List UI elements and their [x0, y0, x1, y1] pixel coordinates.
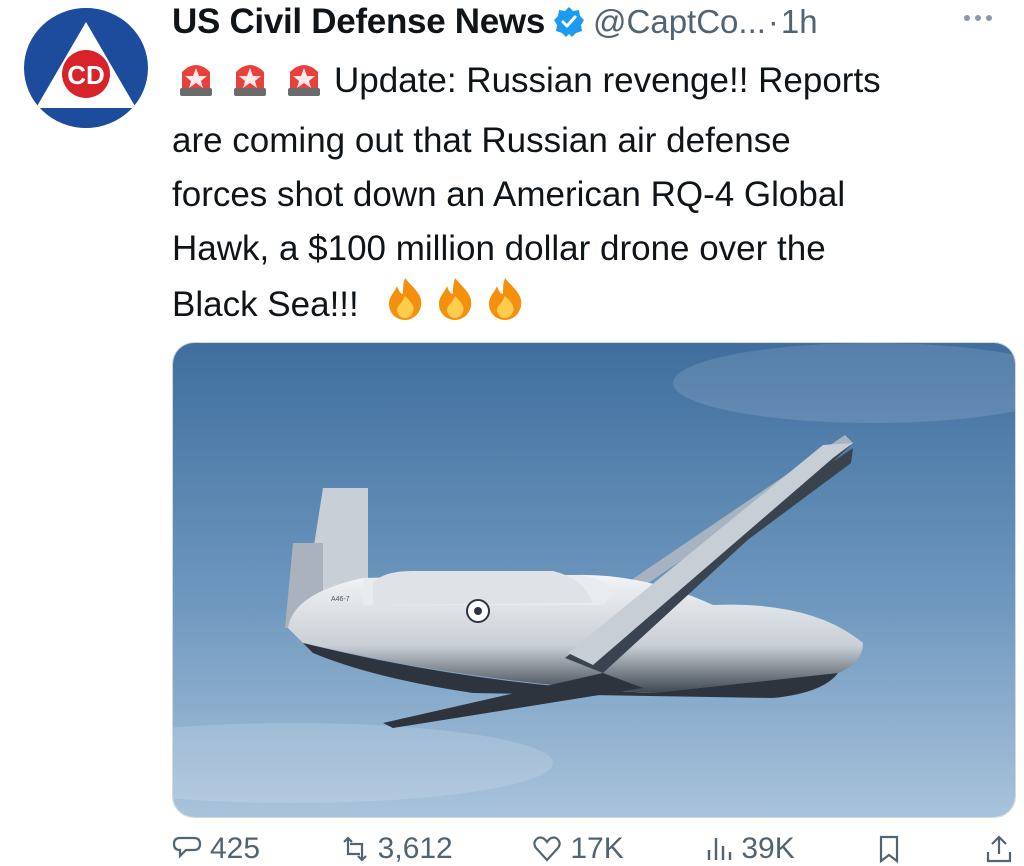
share-icon: [986, 835, 1012, 863]
separator-dot: ·: [767, 3, 779, 40]
more-options-icon[interactable]: [964, 8, 1004, 28]
tweet-line-1: Update: Russian revenge!! Reports: [172, 54, 1002, 114]
tweet-text-line: Black Sea!!!: [172, 285, 359, 324]
timestamp[interactable]: 1h: [781, 3, 818, 41]
bookmark-button[interactable]: [874, 834, 904, 864]
retweet-icon: [342, 836, 367, 862]
fire-emoji-icon: [383, 276, 427, 338]
fire-emoji-icon: [433, 276, 477, 338]
share-button[interactable]: [984, 834, 1014, 864]
fire-emoji-icon: [483, 276, 527, 338]
heart-icon: [533, 836, 562, 862]
tweet-line-5: Black Sea!!!: [172, 276, 1002, 338]
reply-icon: [172, 836, 202, 859]
retweet-count: 3,612: [377, 832, 453, 865]
verified-badge-icon: [553, 6, 585, 38]
views-button[interactable]: 39K: [703, 832, 795, 865]
avatar-label: CD: [67, 60, 105, 90]
avatar[interactable]: CD: [24, 8, 148, 128]
views-count: 39K: [741, 832, 795, 865]
tweet-line-3: forces shot down an American RQ-4 Global: [172, 175, 846, 214]
tweet-line-2: are coming out that Russian air defense: [172, 121, 791, 160]
tweet-header: US Civil Defense News @CaptCo... · 1h: [172, 0, 1024, 44]
tweet-text: Update: Russian revenge!! Reports are co…: [172, 54, 1002, 338]
siren-emoji-icon: [172, 58, 220, 114]
tweet-actions: 425 3,612 17K 39K: [172, 832, 1014, 865]
display-name[interactable]: US Civil Defense News: [172, 2, 545, 42]
tweet-text-line: Update: Russian revenge!! Reports: [334, 61, 881, 100]
tail-marking-text: A46-7: [331, 596, 350, 603]
bookmark-icon: [880, 835, 899, 864]
reply-button[interactable]: 425: [172, 832, 261, 865]
like-button[interactable]: 17K: [532, 832, 624, 865]
handle[interactable]: @CaptCo...: [593, 3, 766, 41]
reply-count: 425: [210, 832, 261, 865]
views-icon: [708, 838, 732, 860]
siren-emoji-icon: [280, 58, 328, 114]
retweet-button[interactable]: 3,612: [340, 832, 453, 865]
tweet-media-image[interactable]: A46-7: [172, 342, 1016, 818]
siren-emoji-icon: [226, 58, 274, 114]
tweet-line-4: Hawk, a $100 million dollar drone over t…: [172, 229, 826, 268]
like-count: 17K: [570, 832, 624, 865]
